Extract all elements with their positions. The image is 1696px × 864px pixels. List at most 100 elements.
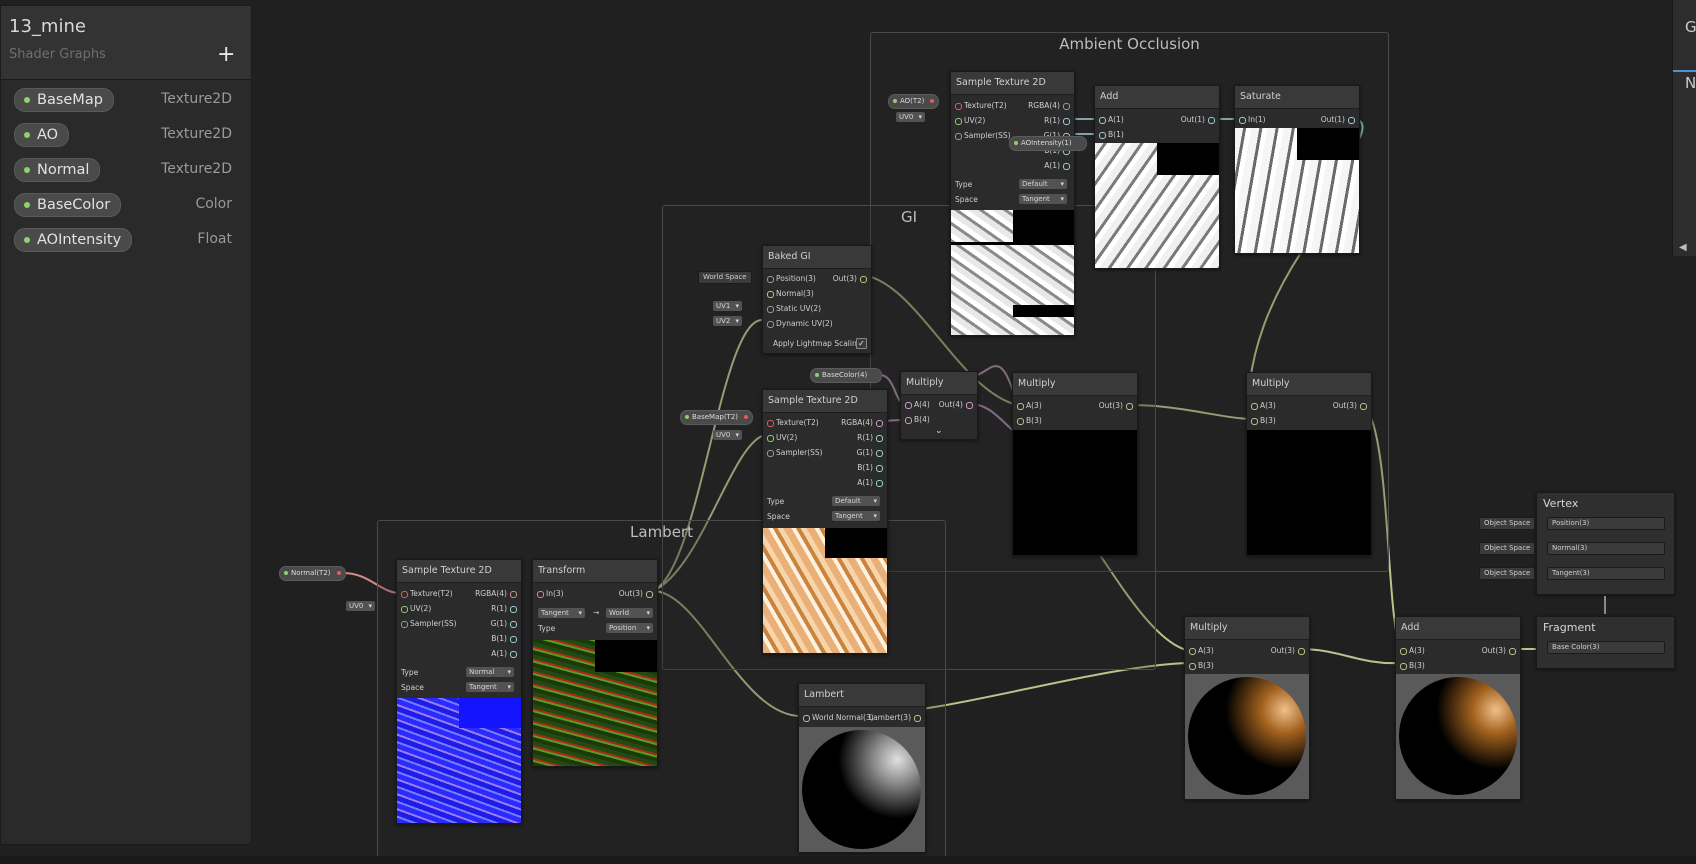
property-node-normal[interactable]: Normal(T2) bbox=[279, 566, 346, 581]
port-circle[interactable] bbox=[876, 465, 883, 472]
property-node-basecolor[interactable]: BaseColor(4) bbox=[810, 368, 883, 383]
vertex-port-tangent[interactable]: Tangent(3) bbox=[1547, 567, 1665, 580]
type-dropdown[interactable]: Position bbox=[606, 623, 653, 633]
port-circle[interactable] bbox=[1360, 403, 1367, 410]
port-circle[interactable] bbox=[876, 435, 883, 442]
port-circle[interactable] bbox=[914, 715, 921, 722]
node-sample-texture-normal[interactable]: Sample Texture 2D Texture(T2) UV(2) Samp… bbox=[396, 559, 522, 824]
port-circle[interactable] bbox=[401, 606, 408, 613]
port-circle[interactable] bbox=[767, 321, 774, 328]
port-circle[interactable] bbox=[905, 417, 912, 424]
port-circle[interactable] bbox=[1189, 648, 1196, 655]
node-sample-texture-ao[interactable]: Sample Texture 2D Texture(T2) UV(2) Samp… bbox=[950, 71, 1075, 336]
port-circle[interactable] bbox=[1208, 117, 1215, 124]
property-normal[interactable]: Normal bbox=[14, 158, 101, 182]
port-circle[interactable] bbox=[510, 591, 517, 598]
port-circle[interactable] bbox=[1063, 103, 1070, 110]
collapse-arrow-icon[interactable]: ◀ bbox=[1679, 242, 1687, 253]
property-node-aointensity[interactable]: AOIntensity(1) bbox=[1009, 136, 1087, 151]
port-circle[interactable] bbox=[537, 591, 544, 598]
port-circle[interactable] bbox=[767, 420, 774, 427]
fragment-port-base-color[interactable]: Base Color(3) bbox=[1547, 641, 1665, 654]
space-dropdown[interactable]: Tangent bbox=[1019, 194, 1067, 204]
port-circle[interactable] bbox=[1348, 117, 1355, 124]
object-space-input[interactable]: Object Space bbox=[1479, 567, 1536, 580]
space-dropdown[interactable]: Tangent bbox=[832, 511, 880, 521]
port-circle[interactable] bbox=[955, 118, 962, 125]
port-circle[interactable] bbox=[1298, 648, 1305, 655]
uv-dropdown[interactable]: UV0 bbox=[346, 601, 375, 611]
from-space-dropdown[interactable]: Tangent bbox=[538, 608, 585, 618]
node-multiply-gi[interactable]: Multiply A(3) B(3) Out(3) bbox=[1012, 372, 1138, 556]
to-space-dropdown[interactable]: World bbox=[606, 608, 653, 618]
port-circle[interactable] bbox=[510, 621, 517, 628]
port-circle[interactable] bbox=[767, 291, 774, 298]
port-circle[interactable] bbox=[966, 402, 973, 409]
port-circle[interactable] bbox=[1099, 132, 1106, 139]
port-circle[interactable] bbox=[876, 420, 883, 427]
port-circle[interactable] bbox=[1400, 663, 1407, 670]
port-circle[interactable] bbox=[1099, 117, 1106, 124]
port-circle[interactable] bbox=[1400, 648, 1407, 655]
add-property-button[interactable]: + bbox=[217, 42, 235, 67]
port-circle[interactable] bbox=[401, 591, 408, 598]
node-saturate[interactable]: Saturate In(1) Out(1) bbox=[1234, 85, 1360, 254]
type-dropdown[interactable]: Normal bbox=[466, 667, 514, 677]
property-ao[interactable]: AO bbox=[14, 123, 70, 147]
port-circle[interactable] bbox=[1239, 117, 1246, 124]
master-vertex-block[interactable]: Vertex Position(3) Normal(3) Tangent(3) bbox=[1536, 492, 1675, 595]
port-circle[interactable] bbox=[510, 651, 517, 658]
port-circle[interactable] bbox=[1189, 663, 1196, 670]
port-circle[interactable] bbox=[905, 402, 912, 409]
port-circle[interactable] bbox=[1063, 163, 1070, 170]
property-basecolor[interactable]: BaseColor bbox=[14, 193, 122, 217]
node-transform[interactable]: Transform In(3) Out(3) Tangent → World T… bbox=[532, 559, 658, 767]
port-circle[interactable] bbox=[955, 133, 962, 140]
port-circle[interactable] bbox=[1251, 403, 1258, 410]
uv-dropdown[interactable]: UV0 bbox=[713, 430, 742, 440]
port-circle[interactable] bbox=[510, 636, 517, 643]
property-aointensity[interactable]: AOIntensity bbox=[14, 228, 133, 252]
uv-dropdown[interactable]: UV0 bbox=[896, 112, 925, 122]
node-multiply-color[interactable]: Multiply A(4) B(4) Out(4) ⌄ bbox=[900, 371, 978, 440]
port-circle[interactable] bbox=[876, 480, 883, 487]
node-lambert[interactable]: Lambert World Normal(3) Lambert(3) bbox=[798, 683, 926, 853]
port-circle[interactable] bbox=[803, 715, 810, 722]
node-add-final[interactable]: Add A(3) B(3) Out(3) bbox=[1395, 616, 1521, 800]
uv1-dropdown[interactable]: UV1 bbox=[713, 301, 742, 311]
port-circle[interactable] bbox=[401, 621, 408, 628]
object-space-input[interactable]: Object Space bbox=[1479, 517, 1536, 530]
vertex-port-normal[interactable]: Normal(3) bbox=[1547, 542, 1665, 555]
port-circle[interactable] bbox=[767, 276, 774, 283]
port-circle[interactable] bbox=[1017, 418, 1024, 425]
property-node-ao[interactable]: AO(T2) bbox=[888, 94, 940, 109]
node-sample-texture-basemap[interactable]: Sample Texture 2D Texture(T2) UV(2) Samp… bbox=[762, 389, 888, 654]
object-space-input[interactable]: Object Space bbox=[1479, 542, 1536, 555]
port-circle[interactable] bbox=[767, 435, 774, 442]
port-circle[interactable] bbox=[1063, 118, 1070, 125]
node-add-ao[interactable]: Add A(1) B(1) Out(1) bbox=[1094, 85, 1220, 269]
master-fragment-block[interactable]: Fragment Base Color(3) bbox=[1536, 616, 1675, 669]
port-circle[interactable] bbox=[1509, 648, 1516, 655]
port-circle[interactable] bbox=[860, 276, 867, 283]
node-baked-gi[interactable]: Baked GI Position(3) Normal(3) Static UV… bbox=[762, 245, 872, 354]
property-basemap[interactable]: BaseMap bbox=[14, 88, 114, 112]
port-circle[interactable] bbox=[1251, 418, 1258, 425]
port-circle[interactable] bbox=[876, 450, 883, 457]
port-circle[interactable] bbox=[1017, 403, 1024, 410]
bottom-scrollbar[interactable] bbox=[0, 856, 1696, 864]
port-circle[interactable] bbox=[767, 450, 774, 457]
expand-chevron-icon[interactable]: ⌄ bbox=[935, 426, 943, 436]
node-multiply-ao[interactable]: Multiply A(3) B(3) Out(3) bbox=[1246, 372, 1372, 556]
port-circle[interactable] bbox=[767, 306, 774, 313]
port-circle[interactable] bbox=[955, 103, 962, 110]
node-multiply-final[interactable]: Multiply A(3) B(3) Out(3) bbox=[1184, 616, 1310, 800]
port-circle[interactable] bbox=[646, 591, 653, 598]
lightmap-scaling-checkbox[interactable]: ✓ bbox=[856, 338, 867, 349]
uv2-dropdown[interactable]: UV2 bbox=[713, 316, 742, 326]
port-circle[interactable] bbox=[510, 606, 517, 613]
type-dropdown[interactable]: Default bbox=[832, 496, 880, 506]
type-dropdown[interactable]: Default bbox=[1019, 179, 1067, 189]
port-circle[interactable] bbox=[1126, 403, 1133, 410]
space-dropdown[interactable]: Tangent bbox=[466, 682, 514, 692]
